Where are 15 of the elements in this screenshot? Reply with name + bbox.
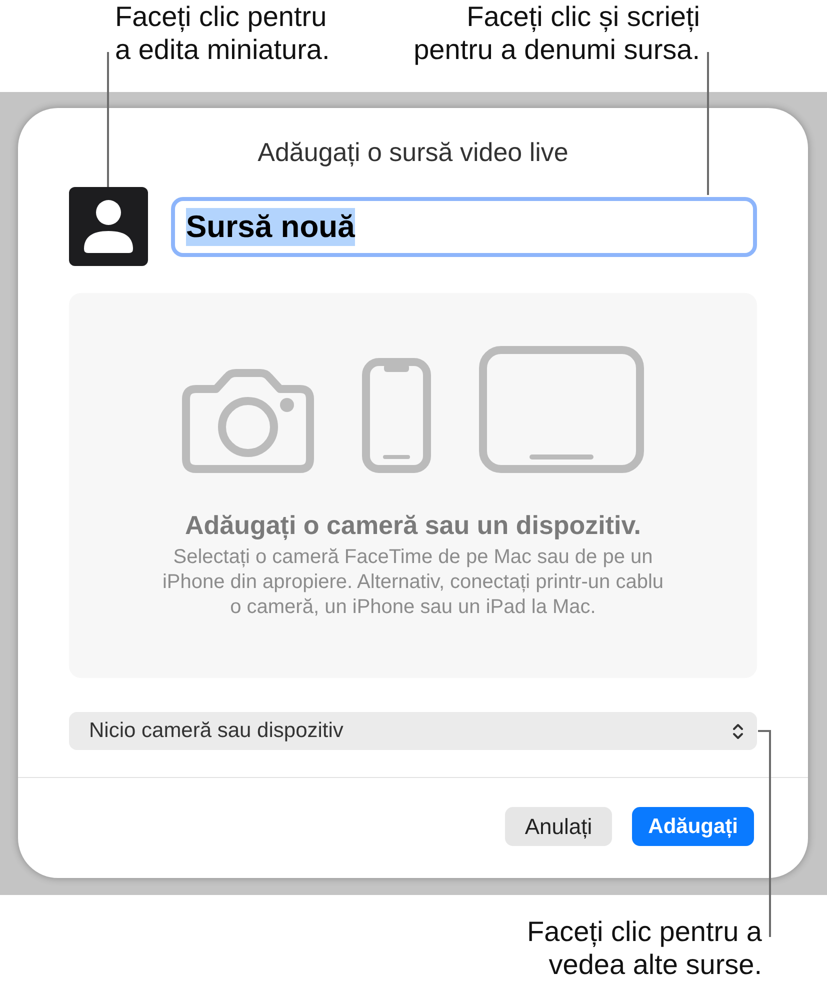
cancel-button[interactable]: Anulați — [504, 807, 612, 846]
callout-text: Faceți clic pentru a edita miniatura. — [115, 0, 330, 66]
name-field[interactable]: Sursă nouă — [171, 196, 757, 256]
dialog-title: Adăugați o sursă video live — [258, 136, 568, 168]
source-popup-menu[interactable]: Nicio cameră sau dispozitiv — [69, 712, 757, 750]
empty-state-description: Selectați o cameră FaceTime de pe Mac sau de pe un iPhone din apropiere. Alternativ, conectați printr-un cablu o cameră, un iPhone sau un iPad la Mac. — [162, 545, 664, 620]
callout-text: Faceți clic pentru a vedea alte surse. — [527, 915, 762, 981]
person-icon[interactable] — [69, 187, 148, 266]
chevron-up-down-icon — [732, 722, 744, 740]
callout-text: Faceți clic și scrieți pentru a denumi sursa. — [414, 0, 700, 66]
phone-icon — [362, 358, 431, 473]
add-button[interactable]: Adăugați — [632, 807, 754, 846]
empty-state-heading: Adăugați o cameră sau un dispozitiv. — [184, 509, 642, 541]
camera-icon — [182, 369, 314, 473]
tablet-icon — [479, 346, 644, 473]
